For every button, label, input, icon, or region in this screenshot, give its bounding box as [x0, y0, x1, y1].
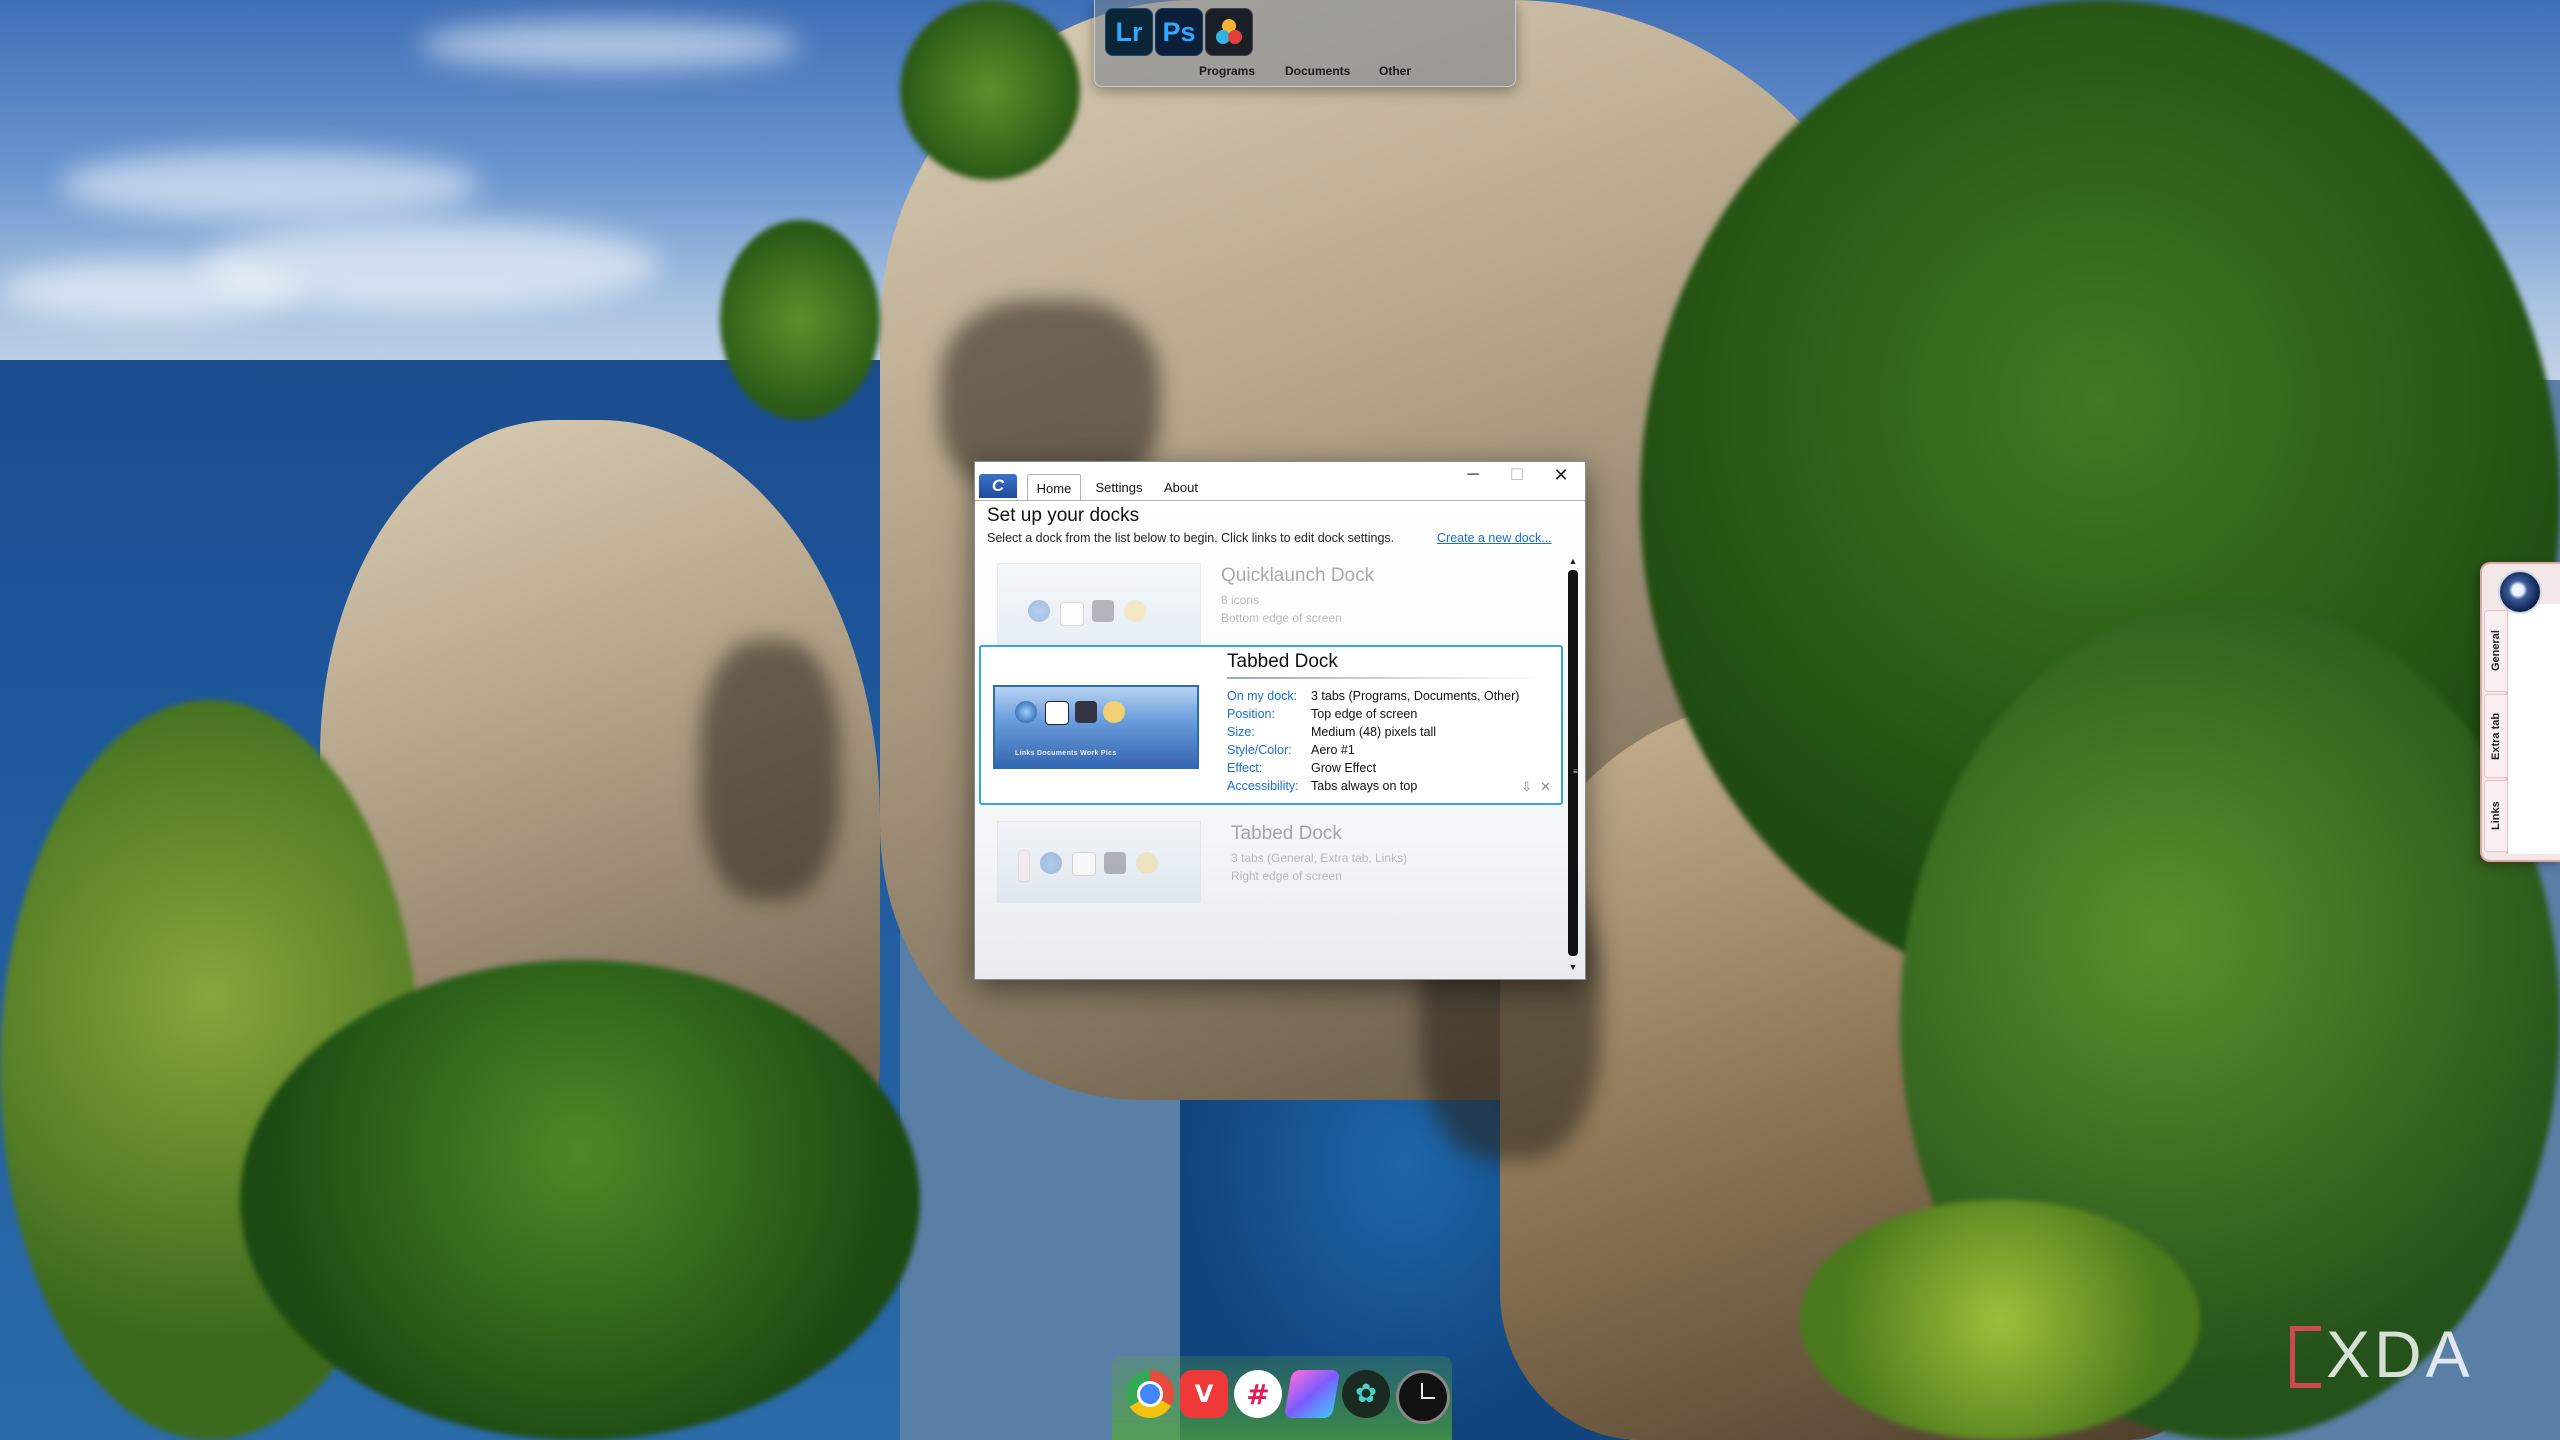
dock-list-item-tabbed-top[interactable]: Links Documents Work Pics Tabbed Dock On… [979, 645, 1563, 805]
detail-value: Aero #1 [1311, 743, 1355, 757]
detail-label[interactable]: Style/Color: [1227, 743, 1311, 761]
scroll-thumb[interactable]: ≡ [1568, 570, 1578, 956]
photoshop-icon[interactable]: Ps [1155, 8, 1203, 56]
maximize-button[interactable]: ☐ [1495, 462, 1539, 488]
detail-value: Medium (48) pixels tall [1311, 725, 1437, 739]
dock-summary: 8 icons [1221, 593, 1260, 607]
dock-tab-general[interactable]: General [2484, 610, 2508, 692]
detail-label[interactable]: Accessibility: [1227, 779, 1311, 797]
dock-item-actions: ⇩ ✕ [1521, 779, 1551, 795]
page-title: Set up your docks [987, 505, 1140, 526]
dock-tab-programs[interactable]: Programs [1199, 64, 1255, 78]
bottom-quicklaunch-dock: V # ✿ [1112, 1356, 1452, 1440]
vivaldi-icon[interactable]: V [1180, 1370, 1228, 1418]
davinci-resolve-icon[interactable] [1205, 8, 1253, 56]
dock-tab-links[interactable]: Links [2484, 780, 2508, 852]
resolve-icon[interactable]: ✿ [1342, 1370, 1390, 1418]
title-divider [1227, 677, 1545, 679]
title-bar: C Home Settings About ─ ☐ ✕ [975, 462, 1585, 501]
detail-value: 3 tabs (Programs, Documents, Other) [1311, 689, 1520, 703]
dock-position: Right edge of screen [1231, 869, 1342, 883]
detail-label[interactable]: Effect: [1227, 761, 1311, 779]
lightroom-icon[interactable]: Lr [1105, 8, 1153, 56]
dock-thumbnail [997, 821, 1201, 903]
instructions-text: Select a dock from the list below to beg… [987, 531, 1395, 545]
right-tabbed-dock: General Extra tab Links [2480, 562, 2560, 862]
dock-summary: 3 tabs (General, Extra tab, Links) [1231, 851, 1408, 865]
tab-home[interactable]: Home [1027, 474, 1081, 501]
dock-title[interactable]: Tabbed Dock [1231, 823, 1342, 845]
scroll-down-arrow-icon[interactable]: ▼ [1565, 960, 1581, 974]
detail-size: Size: Medium (48) pixels tall [1227, 725, 1436, 743]
detail-accessibility: Accessibility: Tabs always on top [1227, 779, 1417, 797]
detail-style-color: Style/Color: Aero #1 [1227, 743, 1355, 761]
delete-icon[interactable]: ✕ [1540, 779, 1551, 795]
detail-effect: Effect: Grow Effect [1227, 761, 1376, 779]
xda-watermark: XDA [2290, 1317, 2520, 1391]
scroll-up-arrow-icon[interactable]: ▲ [1565, 554, 1581, 568]
dock-tab-other[interactable]: Other [1379, 64, 1411, 78]
dock-position: Bottom edge of screen [1221, 611, 1342, 625]
dock-thumbnail [997, 563, 1201, 645]
detail-value: Grow Effect [1311, 761, 1377, 775]
camera-app-icon[interactable] [2498, 570, 2542, 614]
close-button[interactable]: ✕ [1539, 462, 1583, 488]
dock-list: Quicklaunch Dock 8 icons Bottom edge of … [979, 555, 1563, 973]
detail-on-my-dock: On my dock: 3 tabs (Programs, Documents,… [1227, 689, 1519, 707]
dock-tab-documents[interactable]: Documents [1285, 64, 1350, 78]
detail-label[interactable]: Position: [1227, 707, 1311, 725]
list-scrollbar[interactable]: ▲ ≡ ▼ [1565, 554, 1581, 974]
watermark-text: XDA [2326, 1317, 2474, 1391]
chrome-icon[interactable] [1126, 1370, 1174, 1418]
slack-icon[interactable]: # [1234, 1370, 1282, 1418]
dock-tab-extra[interactable]: Extra tab [2484, 694, 2508, 778]
detail-label[interactable]: On my dock: [1227, 689, 1311, 707]
tab-settings[interactable]: Settings [1089, 474, 1149, 500]
detail-position: Position: Top edge of screen [1227, 707, 1417, 725]
detail-label[interactable]: Size: [1227, 725, 1311, 743]
app-logo-icon[interactable]: C [979, 474, 1017, 498]
dock-title[interactable]: Tabbed Dock [1227, 651, 1338, 673]
create-new-dock-link[interactable]: Create a new dock... [1437, 531, 1552, 545]
thumbnail-tabs: Links Documents Work Pics [1015, 750, 1117, 757]
feather-icon[interactable] [1283, 1370, 1341, 1418]
tab-about[interactable]: About [1155, 474, 1207, 500]
clock-icon[interactable] [1396, 1370, 1450, 1424]
detail-value: Tabs always on top [1311, 779, 1418, 793]
top-tabbed-dock: Lr Ps Programs Documents Other [1094, 0, 1516, 87]
dock-list-item-tabbed-right[interactable]: Tabbed Dock 3 tabs (General, Extra tab, … [985, 813, 1557, 909]
scroll-grip-icon: ≡ [1573, 767, 1578, 776]
dock-thumbnail: Links Documents Work Pics [993, 685, 1199, 769]
dock-settings-window: C Home Settings About ─ ☐ ✕ Set up your … [974, 461, 1586, 980]
dock-list-item-quicklaunch[interactable]: Quicklaunch Dock 8 icons Bottom edge of … [985, 555, 1557, 651]
right-dock-panel [2506, 604, 2560, 854]
dock-title[interactable]: Quicklaunch Dock [1221, 565, 1374, 587]
detail-value: Top edge of screen [1311, 707, 1418, 721]
watermark-bracket [2290, 1326, 2321, 1388]
minimize-button[interactable]: ─ [1451, 462, 1495, 488]
home-panel: Set up your docks Select a dock from the… [975, 501, 1585, 979]
export-icon[interactable]: ⇩ [1521, 779, 1532, 795]
